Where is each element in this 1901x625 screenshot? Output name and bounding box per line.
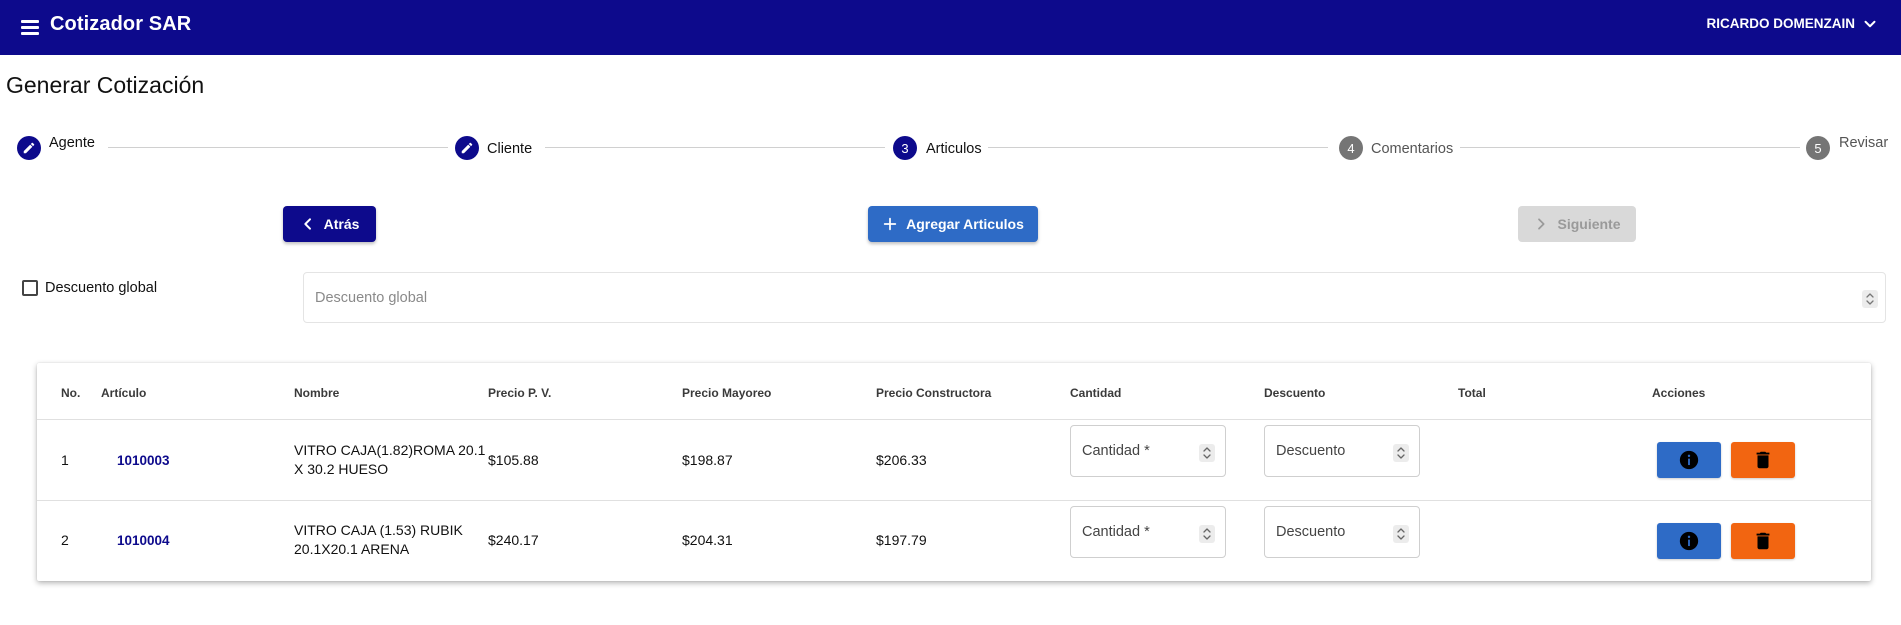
step-articulos-circle: 3 (893, 136, 917, 160)
header-divider (37, 419, 1871, 420)
back-button[interactable]: Atrás (283, 206, 376, 242)
app-header: Cotizador SAR RICARDO DOMENZAIN (0, 0, 1901, 55)
column-header-precio-mayoreo: Precio Mayoreo (682, 386, 772, 400)
step-connector (988, 147, 1328, 148)
price-mayoreo: $198.87 (682, 452, 733, 468)
article-link[interactable]: 1010003 (117, 451, 170, 470)
column-header-precio-pv: Precio P. V. (488, 386, 552, 400)
article-name: VITRO CAJA (1.53) RUBIK 20.1X20.1 ARENA (294, 522, 463, 557)
step-connector (545, 147, 885, 148)
discount-field (1264, 506, 1420, 558)
trash-icon (1756, 451, 1770, 469)
step-cliente-circle (455, 136, 479, 160)
column-header-no: No. (61, 386, 81, 400)
menu-icon[interactable] (18, 15, 42, 39)
user-menu[interactable]: RICARDO DOMENZAIN (1707, 15, 1880, 33)
article-name: VITRO CAJA(1.82)ROMA 20.1 X 30.2 HUESO (294, 442, 486, 477)
updown-icon (1397, 528, 1405, 540)
pencil-icon (23, 142, 35, 154)
row-number: 1 (61, 452, 69, 468)
price-mayoreo: $204.31 (682, 532, 733, 548)
delete-button[interactable] (1731, 442, 1795, 478)
trash-icon (1756, 532, 1770, 550)
step-articulos-label: Articulos (926, 141, 982, 157)
updown-icon (1397, 447, 1405, 459)
step-comentarios-circle: 4 (1339, 136, 1363, 160)
step-agente-circle (17, 136, 41, 160)
app-title: Cotizador SAR (50, 13, 192, 35)
quantity-stepper[interactable] (1199, 525, 1215, 543)
info-icon (1679, 450, 1699, 470)
price-pv: $240.17 (488, 532, 539, 548)
chevron-down-icon (1864, 20, 1876, 28)
chevron-left-icon (303, 218, 311, 230)
info-button[interactable] (1657, 523, 1721, 559)
info-button[interactable] (1657, 442, 1721, 478)
quantity-input[interactable] (1072, 508, 1192, 556)
updown-icon (1203, 528, 1211, 540)
add-articles-button[interactable]: Agregar Articulos (868, 206, 1038, 242)
global-discount-field (303, 272, 1886, 323)
global-discount-input[interactable] (305, 274, 1845, 321)
quantity-input[interactable] (1072, 427, 1192, 475)
info-icon (1679, 531, 1699, 551)
next-button-label: Siguiente (1557, 216, 1621, 232)
back-button-label: Atrás (323, 216, 360, 232)
discount-input[interactable] (1266, 508, 1386, 556)
step-connector (1460, 147, 1800, 148)
plus-icon (883, 217, 897, 231)
step-comentarios-label: Comentarios (1371, 141, 1454, 157)
quantity-field (1070, 425, 1226, 477)
article-link[interactable]: 1010004 (117, 531, 170, 550)
delete-button[interactable] (1731, 523, 1795, 559)
price-pv: $105.88 (488, 452, 539, 468)
add-articles-label: Agregar Articulos (906, 216, 1024, 232)
page-title: Generar Cotización (6, 72, 205, 98)
column-header-nombre: Nombre (294, 386, 340, 400)
discount-input[interactable] (1266, 427, 1386, 475)
row-divider (37, 500, 1871, 501)
row-number: 2 (61, 532, 69, 548)
step-revisar-label: Revisar (1839, 135, 1889, 151)
column-header-cantidad: Cantidad (1070, 386, 1122, 400)
step-revisar-circle: 5 (1806, 136, 1830, 160)
step-cliente-label: Cliente (487, 141, 533, 157)
global-discount-stepper[interactable] (1862, 290, 1878, 308)
quantity-stepper[interactable] (1199, 444, 1215, 462)
step-agente-label: Agente (49, 135, 95, 151)
user-name: RICARDO DOMENZAIN (1706, 16, 1856, 31)
discount-stepper[interactable] (1393, 525, 1409, 543)
step-connector (108, 147, 448, 148)
pencil-icon (461, 142, 473, 154)
column-header-total: Total (1458, 386, 1486, 400)
updown-icon (1866, 293, 1874, 305)
column-header-articulo: Artículo (101, 386, 147, 400)
discount-field (1264, 425, 1420, 477)
chevron-right-icon (1538, 218, 1546, 230)
column-header-descuento: Descuento (1264, 386, 1326, 400)
column-header-precio-constructora: Precio Constructora (876, 386, 992, 400)
updown-icon (1203, 447, 1211, 459)
column-header-acciones: Acciones (1652, 386, 1706, 400)
quantity-field (1070, 506, 1226, 558)
price-constructora: $206.33 (876, 452, 927, 468)
global-discount-checkbox[interactable] (22, 280, 38, 296)
global-discount-checkbox-label: Descuento global (45, 280, 158, 296)
discount-stepper[interactable] (1393, 444, 1409, 462)
price-constructora: $197.79 (876, 532, 927, 548)
next-button[interactable]: Siguiente (1518, 206, 1636, 242)
